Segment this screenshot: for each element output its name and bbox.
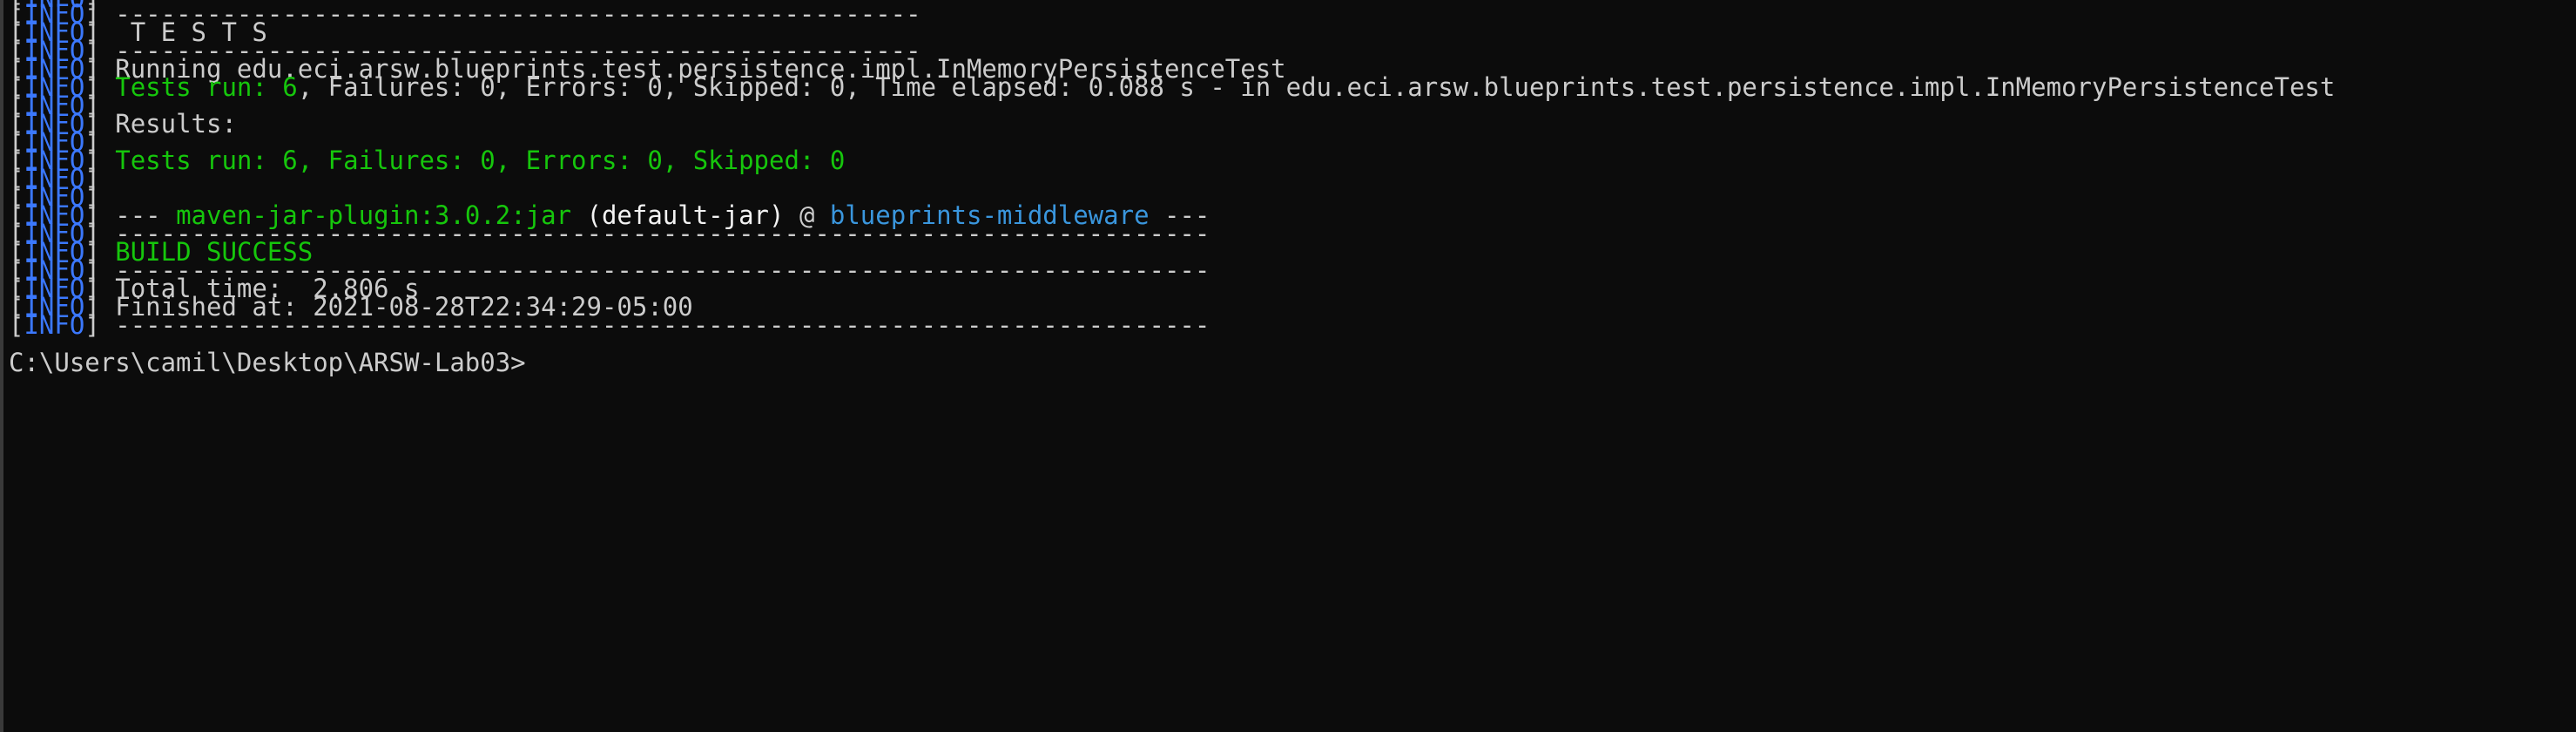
prompt-path: C:\Users\camil\Desktop\ARSW-Lab03>	[9, 348, 526, 377]
log-space	[100, 72, 115, 102]
log-space	[100, 146, 115, 175]
terminal-window[interactable]: [INFO] [INFO] --------------------------…	[0, 0, 2576, 732]
command-prompt[interactable]: C:\Users\camil\Desktop\ARSW-Lab03>	[9, 345, 526, 380]
log-tag-open-bracket: [	[9, 310, 24, 340]
log-text: Results:	[99, 109, 237, 139]
log-text: ----------------------------------------…	[99, 310, 1210, 340]
tests-summary: Tests run: 6, Failures: 0, Errors: 0, Sk…	[115, 146, 846, 175]
log-line: [INFO] ---------------------------------…	[9, 308, 1210, 342]
log-tag-close-bracket: ]	[84, 310, 100, 340]
log-tag-info: INFO	[24, 310, 85, 340]
log-line: [INFO] Tests run: 6, Failures: 0, Errors…	[9, 70, 2335, 105]
tests-run-count: Tests run: 6	[115, 72, 298, 102]
log-line: [INFO] Tests run: 6, Failures: 0, Errors…	[9, 143, 845, 178]
log-text: , Failures: 0, Errors: 0, Skipped: 0, Ti…	[297, 72, 2336, 102]
